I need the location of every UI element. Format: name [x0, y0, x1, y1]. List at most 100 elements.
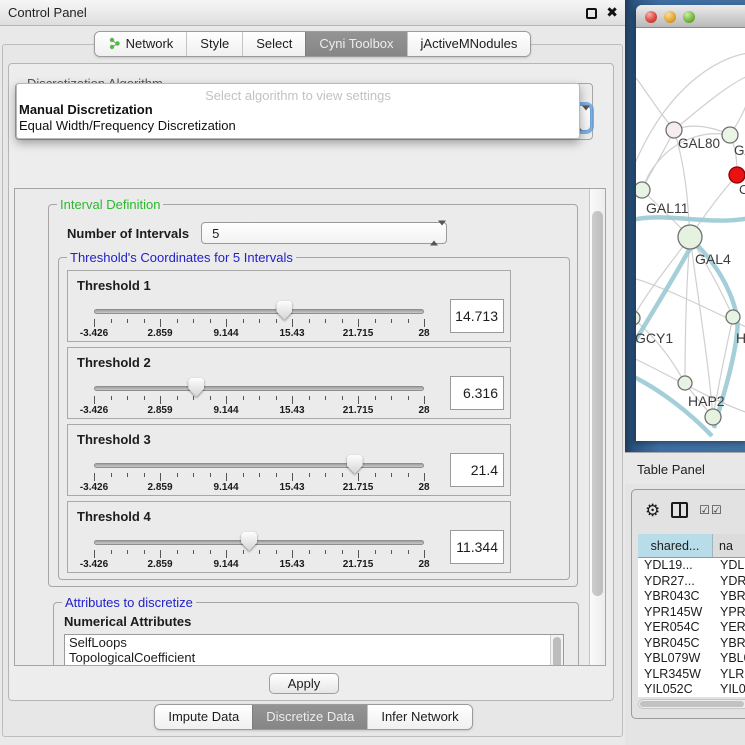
- slider-scale-label: 15.43: [279, 405, 304, 416]
- tab-cyni-toolbox[interactable]: Cyni Toolbox: [305, 32, 406, 56]
- network-node[interactable]: [678, 376, 692, 390]
- table-hscrollbar[interactable]: [638, 699, 745, 709]
- threshold-value-field[interactable]: 6.316: [450, 376, 504, 410]
- threshold-value-field[interactable]: 21.4: [450, 453, 504, 487]
- close-traffic-light-icon[interactable]: [645, 11, 657, 23]
- threshold-value-field[interactable]: 11.344: [450, 530, 504, 564]
- split-view-icon[interactable]: [671, 502, 688, 518]
- tab-style[interactable]: Style: [186, 32, 242, 56]
- list-scrollbar[interactable]: [550, 635, 563, 666]
- threshold-slider[interactable]: [94, 386, 424, 391]
- checkbox-icon[interactable]: ☑: [711, 504, 722, 516]
- slider-thumb[interactable]: [241, 532, 257, 551]
- algorithm-options: Manual DiscretizationEqual Width/Frequen…: [17, 102, 579, 134]
- tab-select[interactable]: Select: [242, 32, 305, 56]
- tab-infer-network[interactable]: Infer Network: [367, 705, 471, 729]
- combo-stepper-icon: [430, 226, 438, 241]
- cell-shared-name: YBR043C: [638, 589, 713, 605]
- float-window-icon[interactable]: [586, 8, 597, 19]
- slider-scale-label: -3.426: [80, 482, 108, 493]
- cell-name: YBR0: [713, 636, 745, 652]
- algorithm-dropdown-popup: Select algorithm to view settings Manual…: [16, 83, 580, 139]
- cell-shared-name: YDL19...: [638, 558, 713, 574]
- table-row[interactable]: YDR27...YDR2: [638, 574, 745, 590]
- table-row[interactable]: YPR145WYPR1: [638, 605, 745, 621]
- table-row[interactable]: YIL052CYIL0: [638, 682, 745, 698]
- network-node[interactable]: [726, 310, 740, 324]
- tab-discretize-data[interactable]: Discretize Data: [252, 705, 367, 729]
- column-header-name[interactable]: na: [713, 534, 745, 557]
- algorithm-option[interactable]: Manual Discretization: [17, 102, 579, 118]
- top-tab-group: Network StyleSelectCyni Toolbox jActiveMNo…: [94, 31, 532, 57]
- node-table[interactable]: shared... na YDL19...YDL1YDR27...YDR2YBR…: [638, 534, 745, 697]
- zoom-traffic-light-icon[interactable]: [683, 11, 695, 23]
- cell-shared-name: YLR345W: [638, 667, 713, 683]
- network-node[interactable]: [722, 127, 738, 143]
- slider-thumb[interactable]: [347, 455, 363, 474]
- algorithm-option[interactable]: Equal Width/Frequency Discretization: [17, 118, 579, 134]
- slider-thumb[interactable]: [276, 301, 292, 320]
- control-panel-titlebar: Control Panel ✖: [0, 0, 625, 26]
- table-hscrollbar-thumb[interactable]: [640, 701, 744, 707]
- network-node[interactable]: [705, 409, 721, 425]
- network-node[interactable]: [729, 167, 745, 183]
- table-row[interactable]: YBL079WYBL0: [638, 651, 745, 667]
- panel-title: Control Panel: [8, 5, 87, 20]
- table-row[interactable]: YDL19...YDL1: [638, 558, 745, 574]
- threshold-slider[interactable]: [94, 463, 424, 468]
- tab-impute-data[interactable]: Impute Data: [155, 705, 252, 729]
- tab-label: jActiveMNodules: [421, 36, 518, 51]
- cell-name: YBR0: [713, 589, 745, 605]
- tab-label: Network: [126, 36, 174, 51]
- right-region: GAL80GACGAL11GAL4GCY1HHAP2 Table Panel ⚙…: [625, 0, 745, 745]
- column-header-shared[interactable]: shared...: [638, 534, 713, 557]
- table-toolbar: ⚙ ☑ ☑: [632, 494, 745, 526]
- table-row[interactable]: YBR045CYBR0: [638, 636, 745, 652]
- slider-scale-label: 28: [418, 328, 429, 339]
- tab-network[interactable]: Network: [95, 32, 187, 56]
- table-row[interactable]: YBR043CYBR0: [638, 589, 745, 605]
- attribute-item[interactable]: SelfLoops: [65, 635, 563, 650]
- table-row[interactable]: YLR345WYLR3: [638, 667, 745, 683]
- threshold-label: Threshold 4: [77, 509, 151, 524]
- checkbox-icon[interactable]: ☑: [699, 504, 710, 516]
- cell-shared-name: YIL052C: [638, 682, 713, 698]
- thresholds-title: Threshold's Coordinates for 5 Intervals: [67, 250, 296, 265]
- threshold-slider[interactable]: [94, 540, 424, 545]
- network-node[interactable]: [636, 182, 650, 198]
- apply-button[interactable]: Apply: [269, 673, 339, 694]
- node-label: GAL4: [695, 251, 731, 267]
- list-scrollbar-thumb[interactable]: [553, 637, 561, 666]
- threshold-value-field[interactable]: 14.713: [450, 299, 504, 333]
- network-icon: [108, 37, 121, 50]
- attribute-item[interactable]: TopologicalCoefficient: [65, 650, 563, 665]
- table-header-row: shared... na: [638, 534, 745, 558]
- settings-scrollbar-thumb[interactable]: [592, 211, 603, 596]
- tab-jactivemnodules[interactable]: jActiveMNodules: [407, 32, 531, 56]
- threshold-label: Threshold 3: [77, 432, 151, 447]
- gear-icon[interactable]: ⚙: [645, 502, 660, 519]
- network-node[interactable]: [678, 225, 702, 249]
- node-label: HAP2: [688, 393, 725, 409]
- slider-scale-label: 28: [418, 405, 429, 416]
- network-node[interactable]: [636, 311, 640, 325]
- table-row[interactable]: YER054CYER0: [638, 620, 745, 636]
- num-intervals-combobox[interactable]: 5: [201, 222, 447, 244]
- threshold-slider[interactable]: [94, 309, 424, 314]
- slider-scale-label: 9.144: [213, 559, 238, 570]
- network-view-window: GAL80GACGAL11GAL4GCY1HHAP2: [636, 5, 745, 441]
- network-canvas[interactable]: GAL80GACGAL11GAL4GCY1HHAP2: [636, 28, 745, 441]
- bottom-tab-group: Impute DataDiscretize Data Infer Network: [154, 704, 472, 730]
- slider-scale-label: 28: [418, 482, 429, 493]
- minimize-traffic-light-icon[interactable]: [664, 11, 676, 23]
- tab-label: Infer Network: [381, 709, 458, 724]
- settings-scrollbar[interactable]: [589, 189, 605, 665]
- attribute-item[interactable]: BetweennessCentrality: [65, 665, 563, 666]
- settings-scrollpane: Interval Definition Number of Intervals …: [14, 188, 606, 666]
- cell-name: YPR1: [713, 605, 745, 621]
- attribute-listbox[interactable]: SelfLoopsTopologicalCoefficientBetweenne…: [64, 634, 564, 666]
- slider-thumb[interactable]: [188, 378, 204, 397]
- close-icon[interactable]: ✖: [606, 4, 618, 21]
- slider-scale-label: 21.715: [343, 482, 374, 493]
- table-panel-window: ⚙ ☑ ☑ shared... na YDL19...YDL1YDR27...Y…: [631, 489, 745, 719]
